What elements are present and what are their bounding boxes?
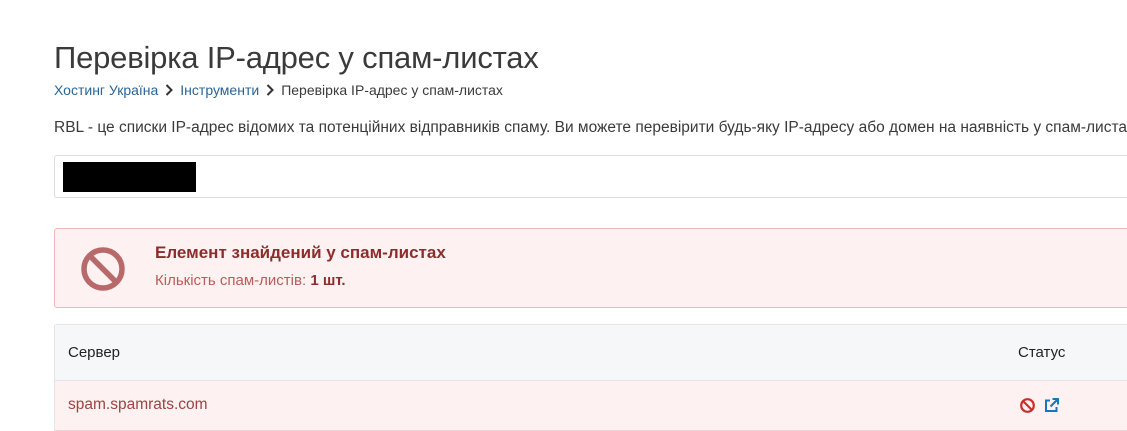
table-header: Сервер Статус	[55, 325, 1127, 381]
alert-count-label: Кількість спам-листів:	[155, 272, 307, 289]
breadcrumb-item-tools[interactable]: Інструменти	[180, 82, 259, 98]
breadcrumb: Хостинг Україна Інструменти Перевірка IP…	[54, 82, 503, 98]
column-header-status: Статус	[1018, 344, 1066, 361]
breadcrumb-item-home[interactable]: Хостинг Україна	[54, 82, 158, 98]
search-field[interactable]	[54, 155, 1127, 198]
external-link-icon[interactable]	[1043, 397, 1060, 414]
search-input[interactable]	[55, 156, 1127, 197]
redacted-value	[63, 162, 196, 192]
spam-alert: Елемент знайдений у спам-листах Кількіст…	[54, 228, 1127, 308]
chevron-right-icon	[259, 82, 281, 98]
page-title: Перевірка IP-адрес у спам-листах	[54, 40, 539, 75]
alert-count: Кількість спам-листів: 1 шт.	[155, 272, 346, 289]
chevron-right-icon	[158, 82, 180, 98]
column-header-server: Сервер	[68, 344, 121, 361]
page: Перевірка IP-адрес у спам-листах Хостинг…	[0, 0, 1127, 431]
results-table: Сервер Статус spam.spamrats.com	[54, 324, 1127, 431]
alert-title: Елемент знайдений у спам-листах	[155, 243, 446, 262]
ban-icon	[1019, 397, 1036, 414]
status-cell	[1019, 397, 1060, 414]
ban-icon	[79, 245, 127, 293]
alert-count-value: 1 шт.	[310, 272, 346, 289]
table-row: spam.spamrats.com	[55, 381, 1127, 431]
server-name: spam.spamrats.com	[68, 396, 208, 413]
breadcrumb-item-current: Перевірка IP-адрес у спам-листах	[281, 82, 503, 98]
intro-text: RBL - це списки IP-адрес відомих та поте…	[54, 119, 1127, 136]
